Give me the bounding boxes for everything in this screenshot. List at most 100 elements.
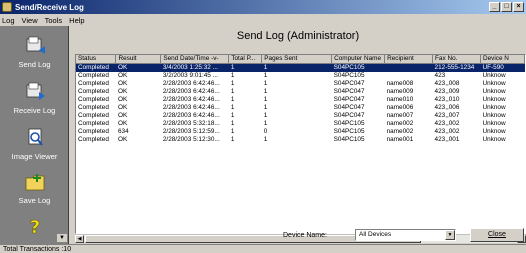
send-log-icon: [26, 36, 45, 54]
page-title: Send Log (Administrator): [236, 30, 360, 42]
app-icon: [2, 2, 12, 12]
table-row[interactable]: Completed OK 3/2/2003 9:01:45 ... 1 1 S04PC10…: [76, 72, 525, 80]
cell-fax-no: 423,,001: [434, 135, 460, 143]
cell-status: Completed: [78, 103, 109, 111]
table-row[interactable]: Completed OK 2/28/2003 5:12:30... 1 1 S04PC10…: [76, 136, 525, 144]
cell-total-pages: 1: [230, 127, 235, 135]
device-name-label: Device Name:: [283, 232, 327, 239]
menu-tools[interactable]: Tools: [45, 16, 63, 25]
cell-recipient: name007: [386, 111, 414, 119]
sidebar-item-label: Receive Log: [13, 106, 56, 115]
svg-text:?: ?: [29, 217, 39, 236]
cell-fax-no: 423,,009: [434, 87, 460, 95]
cell-computer-name: S04PC105: [331, 63, 385, 72]
cell-result: OK: [117, 87, 128, 95]
cell-status: Completed: [78, 71, 109, 79]
table-row[interactable]: Completed OK 2/28/2003 6:42:46... 1 1 S04PC04…: [76, 104, 525, 112]
cell-status: Completed: [76, 63, 116, 72]
cell-pages-sent: 1: [263, 71, 268, 79]
device-name-select[interactable]: All Devices ▼: [355, 229, 456, 241]
menu-help[interactable]: Help: [69, 16, 84, 25]
column-header-status[interactable]: Status: [76, 55, 117, 64]
column-header-total-pages[interactable]: Total P...: [228, 55, 263, 64]
cell-total-pages: 1: [230, 79, 235, 87]
menu-log[interactable]: Log: [2, 16, 15, 25]
cell-device-name: Unknow: [482, 127, 506, 135]
sidebar-item-image-viewer[interactable]: Image Viewer: [0, 128, 69, 161]
cell-device-name: Unknow: [482, 103, 506, 111]
column-header-send-date[interactable]: Send Date/Time -v-: [160, 55, 230, 64]
cell-total-pages: 1: [230, 95, 235, 103]
table-row[interactable]: Completed 634 2/28/2003 5:12:59... 1 0 S04PC1…: [76, 128, 525, 136]
cell-status: Completed: [78, 135, 109, 143]
cell-fax-no: 423,,002: [434, 119, 460, 127]
cell-fax-no: 423,,002: [434, 127, 460, 135]
table-row[interactable]: Completed OK 2/28/2003 5:32:18... 1 1 S04PC10…: [76, 120, 525, 128]
cell-send-date: 2/28/2003 6:42:46...: [162, 95, 220, 103]
chevron-down-icon[interactable]: ▼: [445, 230, 455, 240]
cell-computer-name: S04PC047: [333, 111, 365, 119]
close-button-label: Close: [488, 231, 506, 238]
cell-computer-name: S04PC105: [333, 71, 365, 79]
table-row[interactable]: Completed OK 2/28/2003 6:42:46... 1 1 S04PC04…: [76, 80, 525, 88]
cell-pages-sent: 1: [261, 63, 332, 72]
cell-total-pages: 1: [230, 135, 235, 143]
column-header-pages-sent[interactable]: Pages Sent: [261, 55, 333, 64]
cell-device-name: Unknow: [482, 79, 506, 87]
cell-send-date: 2/28/2003 6:42:46...: [162, 103, 220, 111]
cell-total-pages: 1: [230, 111, 235, 119]
cell-send-date: 3/2/2003 9:01:45 ...: [162, 71, 218, 79]
cell-result: OK: [117, 71, 128, 79]
table-row[interactable]: Completed OK 2/28/2003 6:42:46... 1 1 S04PC04…: [76, 88, 525, 96]
cell-recipient: name008: [386, 79, 414, 87]
cell-recipient: name001: [386, 135, 414, 143]
cell-fax-no: 423: [434, 71, 446, 79]
cell-pages-sent: 1: [263, 103, 268, 111]
column-header-fax-no[interactable]: Fax No.: [432, 55, 481, 64]
cell-total-pages: 1: [230, 103, 235, 111]
column-header-computer-name[interactable]: Computer Name: [331, 55, 386, 64]
table-row[interactable]: Completed OK 3/4/2003 1:25:32 ... 1 1 S04PC10…: [76, 63, 525, 72]
table-row[interactable]: Completed OK 2/28/2003 6:42:46... 1 1 S04PC04…: [76, 96, 525, 104]
cell-total-pages: 1: [230, 71, 235, 79]
cell-device-name: Unknow: [482, 71, 506, 79]
cell-result: OK: [117, 135, 128, 143]
cell-fax-no: 423,,006: [434, 103, 460, 111]
cell-total-pages: 1: [230, 87, 235, 95]
cell-computer-name: S04PC105: [333, 127, 365, 135]
column-header-recipient[interactable]: Recipient: [384, 55, 434, 64]
sidebar-scroll-down-button[interactable]: ▼: [57, 234, 67, 242]
title-bar: Send/Receive Log _ □ ×: [0, 0, 526, 14]
cell-status: Completed: [78, 95, 109, 103]
column-header-device-name[interactable]: Device N: [480, 55, 525, 64]
cell-pages-sent: 0: [263, 127, 268, 135]
cell-status: Completed: [78, 119, 109, 127]
sidebar: Send Log Receive Log Image Viewer Save L…: [0, 26, 69, 244]
cell-fax-no: 423,,010: [434, 95, 460, 103]
cell-result: 634: [117, 127, 129, 135]
cell-computer-name: S04PC047: [333, 87, 365, 95]
cell-send-date: 2/28/2003 6:42:46...: [162, 87, 220, 95]
status-bar: Total Transactions :10: [0, 244, 526, 253]
sidebar-item-save-log[interactable]: Save Log: [0, 172, 69, 205]
close-button[interactable]: Close: [470, 228, 524, 242]
log-table-grid: Status Result Send Date/Time -v- Total P…: [76, 55, 525, 144]
cell-device-name: Unknow: [482, 111, 506, 119]
cell-recipient: name009: [386, 87, 414, 95]
cell-pages-sent: 1: [263, 79, 268, 87]
sidebar-item-receive-log[interactable]: Receive Log: [0, 82, 69, 115]
maximize-button[interactable]: □: [501, 2, 512, 12]
sidebar-item-label: Image Viewer: [11, 152, 58, 161]
bottom-controls: Device Name: All Devices ▼ Close: [70, 224, 526, 244]
column-header-result[interactable]: Result: [115, 55, 162, 64]
cell-device-name: Unknow: [482, 87, 506, 95]
menu-view[interactable]: View: [22, 16, 38, 25]
device-name-value: All Devices: [359, 231, 392, 238]
cell-computer-name: S04PC047: [333, 103, 365, 111]
sidebar-item-send-log[interactable]: Send Log: [0, 36, 69, 69]
minimize-button[interactable]: _: [489, 2, 500, 12]
table-row[interactable]: Completed OK 2/28/2003 6:42:46... 1 1 S04PC04…: [76, 112, 525, 120]
cell-recipient: name002: [386, 119, 414, 127]
close-window-button[interactable]: ×: [513, 2, 524, 12]
cell-recipient: name002: [386, 127, 414, 135]
